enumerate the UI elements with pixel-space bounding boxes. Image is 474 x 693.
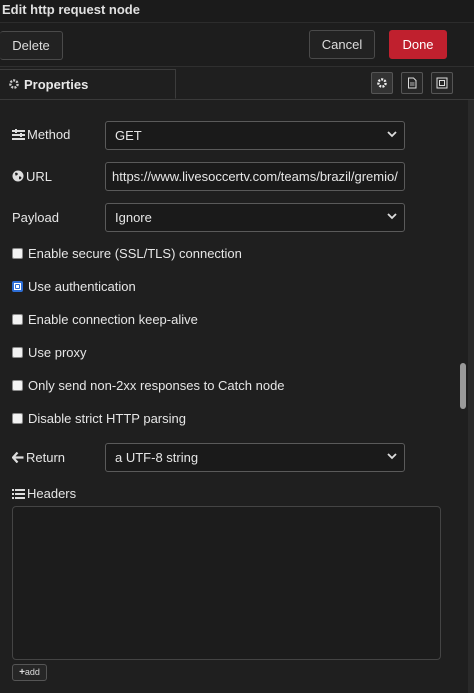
payload-label: Payload [12,210,59,225]
tab-properties[interactable]: Properties [0,69,176,99]
method-select[interactable]: GET [105,121,405,150]
proxy-checkbox-label: Use proxy [28,345,87,360]
gear-icon [377,78,387,88]
panel-edge [468,100,474,693]
ssl-checkbox[interactable] [12,248,23,259]
tab-appearance[interactable] [431,72,453,94]
url-input[interactable]: https://www.livesoccertv.com/teams/brazi… [105,162,405,191]
dialog-title: Edit http request node [2,2,140,17]
url-input-value: https://www.livesoccertv.com/teams/brazi… [112,169,398,184]
cancel-button[interactable]: Cancel [309,30,375,59]
payload-select-value: Ignore [115,210,152,225]
add-header-label: add [24,667,40,677]
add-header-button[interactable]: +add [12,664,47,681]
method-label-text: Method [27,127,71,142]
tab-description[interactable] [401,72,423,94]
headers-list[interactable] [12,506,441,660]
chevron-down-icon [387,131,397,138]
catch-checkbox-label: Only send non-2xx responses to Catch nod… [28,378,285,393]
tab-bar: Properties [0,67,474,100]
auth-checkbox[interactable] [12,281,23,292]
proxy-checkbox[interactable] [12,347,23,358]
tab-settings[interactable] [371,72,393,94]
dialog-titlebar: Edit http request node [0,0,474,23]
keepalive-checkbox[interactable] [12,314,23,325]
chevron-down-icon [387,453,397,460]
url-label-text: URL [26,169,53,184]
return-label: Return [11,450,66,465]
method-select-value: GET [115,128,142,143]
dialog-toolbar: Delete Cancel Done [0,23,474,67]
auth-checkbox-label: Use authentication [28,279,136,294]
strict-parsing-checkbox[interactable] [12,413,23,424]
payload-select[interactable]: Ignore [105,203,405,232]
return-select[interactable]: a UTF-8 string [105,443,405,472]
ssl-checkbox-label: Enable secure (SSL/TLS) connection [28,246,242,261]
catch-checkbox[interactable] [12,380,23,391]
document-icon [408,77,417,89]
frame-icon [436,77,448,89]
keepalive-checkbox-label: Enable connection keep-alive [28,312,198,327]
return-label-text: Return [26,450,66,465]
arrow-left-icon [11,451,24,464]
list-icon [12,129,25,140]
strict-parsing-checkbox-label: Disable strict HTTP parsing [28,411,186,426]
url-label: URL [12,169,52,184]
return-select-value: a UTF-8 string [115,450,199,465]
headers-label-text: Headers [27,486,77,501]
list-icon [12,489,25,499]
method-label: Method [12,127,70,142]
headers-label: Headers [12,486,76,501]
globe-icon [12,170,24,182]
done-button[interactable]: Done [389,30,447,59]
tab-properties-label: Properties [24,77,89,92]
delete-button[interactable]: Delete [0,31,63,60]
scrollbar-thumb[interactable] [460,363,466,409]
gear-icon [9,79,19,89]
chevron-down-icon [387,213,397,220]
